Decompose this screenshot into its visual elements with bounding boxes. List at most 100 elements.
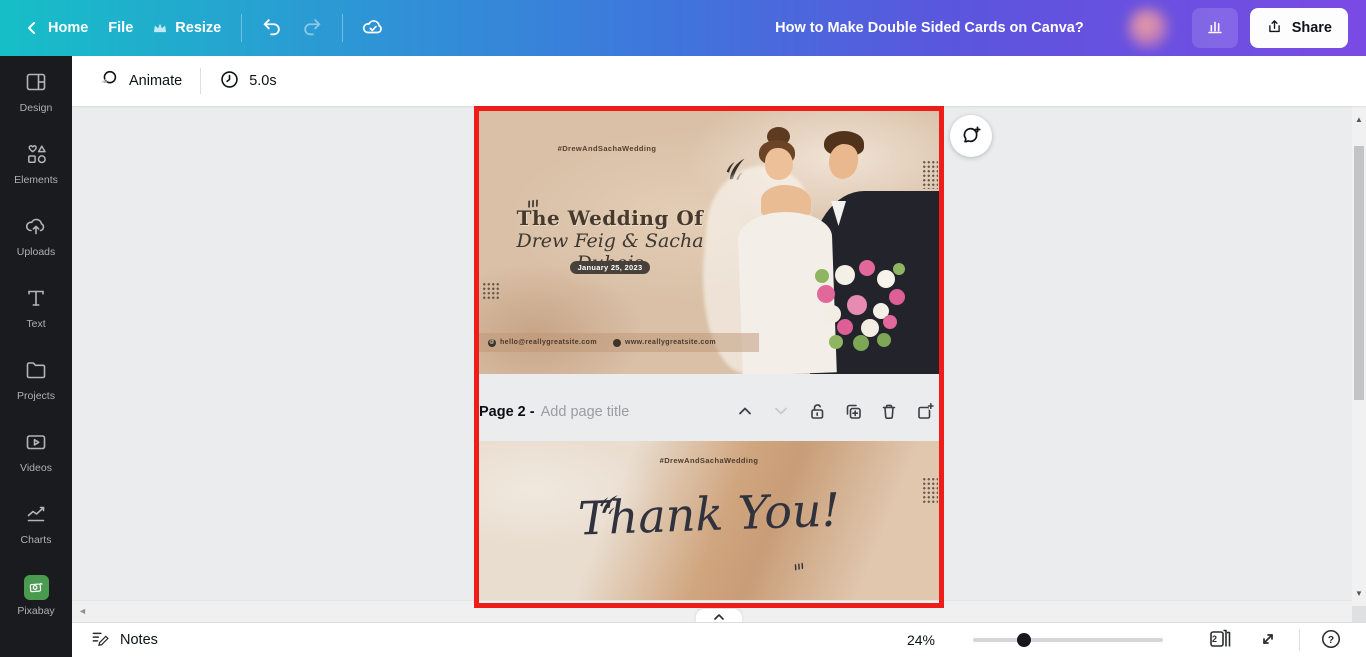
sidebar-item-text[interactable]: Text xyxy=(0,272,72,344)
scroll-down-arrow[interactable]: ▼ xyxy=(1352,586,1366,600)
page1-date-pill[interactable]: January 25, 2023 xyxy=(570,261,650,274)
pixabay-icon xyxy=(24,575,49,600)
sidebar-item-pixabay[interactable]: Pixabay xyxy=(0,560,72,632)
animate-icon xyxy=(98,68,120,94)
dot-grid-ornament xyxy=(922,160,938,189)
page2-header-row: Page 2 - Add page title xyxy=(479,397,939,427)
bottombar-divider xyxy=(1299,629,1300,651)
sidebar-label: Text xyxy=(26,318,45,330)
sidebar-label: Elements xyxy=(14,174,58,186)
sidebar-label: Uploads xyxy=(17,246,56,258)
duplicate-page-button[interactable] xyxy=(839,398,867,426)
move-page-up-button[interactable] xyxy=(731,398,759,426)
fullscreen-button[interactable] xyxy=(1251,626,1285,654)
page2-hashtag-text[interactable]: #DrewAndSachaWedding xyxy=(559,456,859,465)
document-title[interactable]: How to Make Double Sided Cards on Canva? xyxy=(775,20,1084,36)
page1-hashtag-text[interactable]: #DrewAndSachaWedding xyxy=(507,144,707,153)
videos-icon xyxy=(24,430,48,457)
sidebar-item-elements[interactable]: Elements xyxy=(0,128,72,200)
duration-button[interactable]: 5.0s xyxy=(209,62,286,100)
cloud-save-button[interactable] xyxy=(353,8,393,48)
vertical-scrollbar-thumb[interactable] xyxy=(1354,146,1364,400)
page1-contact-band[interactable]: @ hello@reallygreatsite.com www.reallygr… xyxy=(479,333,759,352)
chevron-left-icon xyxy=(24,20,40,36)
help-button[interactable]: ? xyxy=(1314,626,1348,654)
file-label: File xyxy=(108,20,133,36)
chevron-down-icon xyxy=(772,402,790,423)
website-item: www.reallygreatsite.com xyxy=(613,339,716,347)
duplicate-page-icon xyxy=(844,402,862,423)
undo-icon xyxy=(261,16,283,41)
sidebar-item-charts[interactable]: Charts xyxy=(0,488,72,560)
design-page-2[interactable]: #DrewAndSachaWedding Thank You! xyxy=(479,441,939,603)
projects-icon xyxy=(24,358,48,385)
design-page-1[interactable]: #DrewAndSachaWedding The Wedding Of Drew… xyxy=(479,111,939,374)
page-actions xyxy=(731,398,939,426)
home-label: Home xyxy=(48,20,88,36)
canva-editor: Home File Resize xyxy=(0,0,1366,657)
undo-button[interactable] xyxy=(252,8,292,48)
text-icon xyxy=(24,286,48,313)
zoom-slider-thumb[interactable] xyxy=(1017,633,1031,647)
redo-button[interactable] xyxy=(292,8,332,48)
toolbar-divider xyxy=(200,68,201,94)
canvas-workspace[interactable]: #DrewAndSachaWedding The Wedding Of Drew… xyxy=(72,106,1366,622)
elements-icon xyxy=(24,142,48,169)
vertical-scrollbar[interactable]: ▲ ▼ xyxy=(1352,106,1366,606)
expand-arrows-icon xyxy=(1258,629,1278,652)
clock-icon xyxy=(219,69,240,94)
cloud-check-icon xyxy=(361,15,385,42)
sidebar-label: Design xyxy=(20,102,53,114)
element-toolbar: Animate 5.0s xyxy=(72,56,1366,106)
comment-plus-icon xyxy=(959,123,983,150)
stats-button[interactable] xyxy=(1192,8,1238,48)
add-page-icon xyxy=(916,402,934,423)
sidebar-item-videos[interactable]: Videos xyxy=(0,416,72,488)
move-page-down-button[interactable] xyxy=(767,398,795,426)
notes-button[interactable]: Notes xyxy=(90,628,158,652)
add-page-button[interactable] xyxy=(911,398,939,426)
animate-button[interactable]: Animate xyxy=(88,62,192,100)
lock-page-button[interactable] xyxy=(803,398,831,426)
sidebar-item-uploads[interactable]: Uploads xyxy=(0,200,72,272)
sidebar-label: Videos xyxy=(20,462,52,474)
sidebar-item-projects[interactable]: Projects xyxy=(0,344,72,416)
collapse-panel-tab[interactable] xyxy=(696,609,742,622)
bottombar-right-group: 24% 2 ? xyxy=(907,626,1348,654)
delete-page-button[interactable] xyxy=(875,398,903,426)
bottombar: Notes 24% 2 ? xyxy=(72,622,1366,657)
website-text: www.reallygreatsite.com xyxy=(625,339,716,346)
notes-label: Notes xyxy=(120,632,158,648)
page2-label: Page 2 - xyxy=(479,404,535,420)
svg-text:?: ? xyxy=(1328,633,1334,645)
page-count-value: 2 xyxy=(1212,634,1217,644)
resize-button[interactable]: Resize xyxy=(143,8,231,48)
page-title-placeholder[interactable]: Add page title xyxy=(541,404,630,420)
bride-face-photo xyxy=(765,148,793,180)
scroll-up-arrow[interactable]: ▲ xyxy=(1352,112,1366,126)
notes-icon xyxy=(90,628,110,652)
scrollbar-corner xyxy=(1352,606,1366,622)
topbar-right-group: How to Make Double Sided Cards on Canva?… xyxy=(775,0,1366,56)
zoom-level-value: 24% xyxy=(907,632,935,648)
topbar-divider xyxy=(342,14,343,42)
zoom-slider[interactable] xyxy=(973,633,1163,647)
share-button[interactable]: Share xyxy=(1250,8,1348,48)
upload-icon xyxy=(1266,18,1283,39)
avatar[interactable] xyxy=(1128,8,1168,48)
home-button[interactable]: Home xyxy=(14,8,98,48)
scroll-left-arrow[interactable]: ◄ xyxy=(78,606,87,616)
chevron-up-icon xyxy=(736,402,754,423)
redo-icon xyxy=(301,16,323,41)
accent-strokes xyxy=(791,559,809,577)
duration-value: 5.0s xyxy=(249,73,276,89)
page2-message-text[interactable]: Thank You! xyxy=(479,479,939,549)
email-text: hello@reallygreatsite.com xyxy=(500,339,597,346)
file-menu-button[interactable]: File xyxy=(98,8,143,48)
grid-view-button[interactable]: 2 xyxy=(1203,626,1237,654)
pages-icon xyxy=(1207,627,1233,654)
page1-title-text[interactable]: The Wedding Of xyxy=(479,206,741,230)
email-item: @ hello@reallygreatsite.com xyxy=(488,339,597,347)
sidebar-item-design[interactable]: Design xyxy=(0,56,72,128)
add-comment-button[interactable] xyxy=(950,115,992,157)
